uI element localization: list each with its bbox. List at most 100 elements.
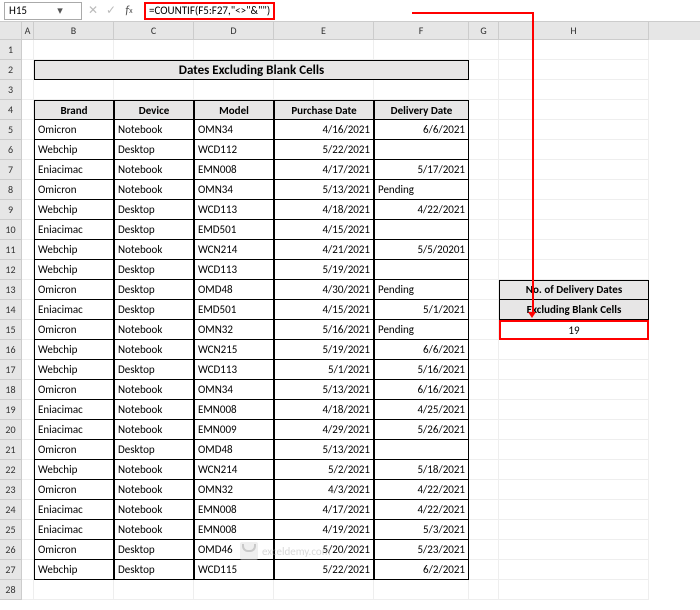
cell[interactable]: WCN214 bbox=[194, 240, 274, 260]
cell[interactable] bbox=[22, 160, 34, 180]
cell[interactable]: WCD113 bbox=[194, 360, 274, 380]
cell[interactable]: EMN008 bbox=[194, 400, 274, 420]
cell[interactable] bbox=[374, 260, 469, 280]
cell[interactable]: Eniacimac bbox=[34, 420, 114, 440]
cell[interactable]: WCD112 bbox=[194, 140, 274, 160]
cell[interactable] bbox=[22, 80, 34, 100]
row-header[interactable]: 1 bbox=[0, 40, 22, 60]
cell[interactable] bbox=[22, 580, 34, 600]
cell[interactable] bbox=[499, 420, 649, 440]
cell[interactable] bbox=[499, 260, 649, 280]
row-header[interactable]: 25 bbox=[0, 520, 22, 540]
cell[interactable]: WCN214 bbox=[194, 460, 274, 480]
cell[interactable] bbox=[274, 580, 374, 600]
cell[interactable]: 4/22/2021 bbox=[374, 200, 469, 220]
cell[interactable] bbox=[499, 580, 649, 600]
cell[interactable] bbox=[469, 320, 499, 340]
cell[interactable]: OMN34 bbox=[194, 120, 274, 140]
cell[interactable]: Webchip bbox=[34, 560, 114, 580]
cell[interactable]: 5/23/2021 bbox=[374, 540, 469, 560]
cell[interactable] bbox=[469, 580, 499, 600]
cell[interactable]: 4/21/2021 bbox=[274, 240, 374, 260]
side-header[interactable]: Excluding Blank Cells bbox=[499, 300, 649, 320]
cell[interactable] bbox=[469, 60, 499, 80]
cell[interactable]: 5/13/2021 bbox=[274, 440, 374, 460]
cell[interactable]: 5/16/2021 bbox=[374, 360, 469, 380]
cell[interactable] bbox=[499, 520, 649, 540]
cell[interactable] bbox=[469, 480, 499, 500]
cell[interactable] bbox=[22, 60, 34, 80]
cell[interactable] bbox=[114, 40, 194, 60]
cell[interactable]: 4/22/2021 bbox=[374, 500, 469, 520]
cell[interactable]: Omicron bbox=[34, 480, 114, 500]
cell[interactable] bbox=[499, 340, 649, 360]
cell[interactable]: 4/3/2021 bbox=[274, 480, 374, 500]
cell[interactable] bbox=[22, 400, 34, 420]
cell[interactable]: 4/18/2021 bbox=[274, 200, 374, 220]
row-header[interactable]: 21 bbox=[0, 440, 22, 460]
cell[interactable]: 5/13/2021 bbox=[274, 380, 374, 400]
cell[interactable]: 5/19/2021 bbox=[274, 340, 374, 360]
cell[interactable] bbox=[194, 40, 274, 60]
cell[interactable] bbox=[22, 420, 34, 440]
cell[interactable] bbox=[499, 100, 649, 120]
cell[interactable] bbox=[274, 40, 374, 60]
cell[interactable] bbox=[469, 300, 499, 320]
cell[interactable]: Desktop bbox=[114, 540, 194, 560]
cell[interactable]: 4/18/2021 bbox=[274, 400, 374, 420]
row-header[interactable]: 24 bbox=[0, 500, 22, 520]
row-header[interactable]: 22 bbox=[0, 460, 22, 480]
cell[interactable] bbox=[469, 400, 499, 420]
cell[interactable]: 5/17/2021 bbox=[374, 160, 469, 180]
cell[interactable]: OMN34 bbox=[194, 380, 274, 400]
cell[interactable]: Notebook bbox=[114, 500, 194, 520]
cell[interactable]: OMN32 bbox=[194, 320, 274, 340]
column-header[interactable]: E bbox=[274, 22, 374, 40]
cell[interactable] bbox=[22, 280, 34, 300]
cell[interactable] bbox=[469, 100, 499, 120]
cell[interactable] bbox=[469, 180, 499, 200]
cell[interactable]: Pending bbox=[374, 180, 469, 200]
cell[interactable] bbox=[374, 220, 469, 240]
cell[interactable]: Omicron bbox=[34, 180, 114, 200]
cell[interactable] bbox=[22, 340, 34, 360]
cell[interactable] bbox=[469, 500, 499, 520]
cell[interactable] bbox=[469, 560, 499, 580]
cell[interactable] bbox=[469, 120, 499, 140]
cell[interactable] bbox=[499, 360, 649, 380]
cell[interactable]: Notebook bbox=[114, 460, 194, 480]
cell[interactable] bbox=[469, 280, 499, 300]
cell[interactable]: Notebook bbox=[114, 160, 194, 180]
cell[interactable]: Desktop bbox=[114, 360, 194, 380]
cell[interactable] bbox=[374, 40, 469, 60]
cell[interactable]: Desktop bbox=[114, 560, 194, 580]
cell[interactable]: Notebook bbox=[114, 480, 194, 500]
row-header[interactable]: 13 bbox=[0, 280, 22, 300]
cell[interactable] bbox=[22, 180, 34, 200]
cell[interactable] bbox=[469, 240, 499, 260]
cell[interactable]: Desktop bbox=[114, 140, 194, 160]
cell[interactable] bbox=[22, 120, 34, 140]
cell[interactable] bbox=[499, 40, 649, 60]
cell[interactable] bbox=[469, 200, 499, 220]
cell[interactable]: Pending bbox=[374, 320, 469, 340]
cell[interactable] bbox=[22, 300, 34, 320]
cell[interactable] bbox=[469, 80, 499, 100]
cell[interactable] bbox=[499, 440, 649, 460]
chevron-down-icon[interactable]: ▾ bbox=[43, 4, 77, 17]
cell[interactable]: Notebook bbox=[114, 320, 194, 340]
row-header[interactable]: 18 bbox=[0, 380, 22, 400]
row-header[interactable]: 28 bbox=[0, 580, 22, 600]
cell[interactable] bbox=[34, 80, 114, 100]
cell[interactable] bbox=[469, 360, 499, 380]
cell[interactable] bbox=[499, 500, 649, 520]
cell[interactable]: Eniacimac bbox=[34, 500, 114, 520]
cell[interactable]: Notebook bbox=[114, 180, 194, 200]
cell[interactable] bbox=[22, 320, 34, 340]
cell[interactable] bbox=[499, 380, 649, 400]
cell[interactable]: Purchase Date bbox=[274, 100, 374, 120]
row-header[interactable]: 9 bbox=[0, 200, 22, 220]
cell[interactable] bbox=[469, 220, 499, 240]
row-header[interactable]: 4 bbox=[0, 100, 22, 120]
cell[interactable] bbox=[374, 80, 469, 100]
